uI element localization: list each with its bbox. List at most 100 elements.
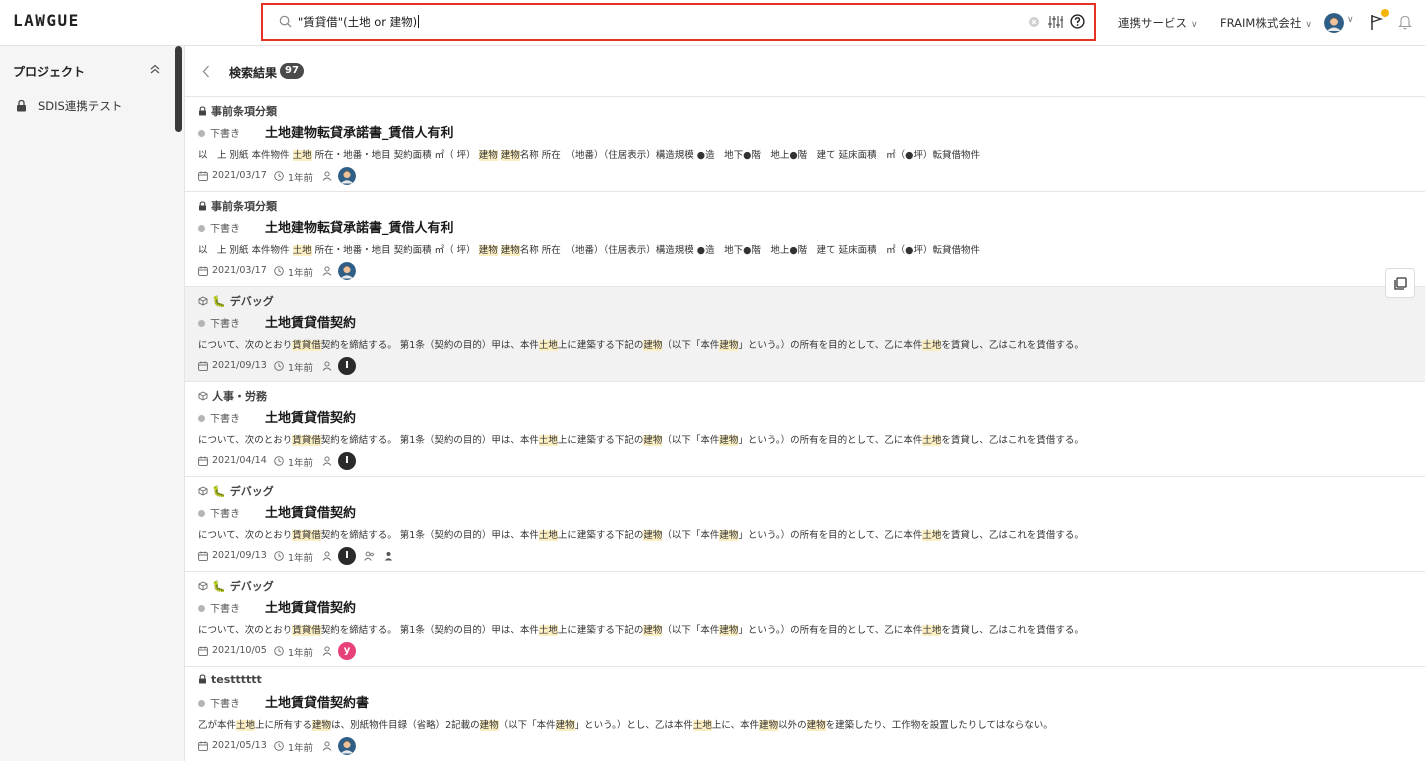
- status-dot: [198, 130, 205, 137]
- cube-icon: [198, 296, 208, 306]
- integration-services-menu[interactable]: 連携サービス ∨: [1118, 15, 1198, 31]
- result-title[interactable]: 土地賃貸借契約: [265, 407, 356, 426]
- company-menu[interactable]: FRAIM株式会社 ∨: [1220, 15, 1312, 31]
- result-relative-time: 1年前: [288, 173, 314, 184]
- search-highlight: 土地: [236, 720, 256, 731]
- bug-emoji-icon: 🐛: [212, 295, 226, 308]
- bug-emoji-icon: 🐛: [212, 580, 226, 593]
- clock-icon: [274, 171, 284, 181]
- sidebar-scrollbar[interactable]: [175, 46, 182, 132]
- cube-icon: [198, 486, 208, 496]
- result-date: 2021/10/05: [212, 645, 267, 656]
- category-label: デバッグ: [229, 295, 274, 308]
- company-label: FRAIM株式会社: [1220, 16, 1302, 30]
- clock-icon: [274, 646, 284, 656]
- bell-icon[interactable]: [1398, 14, 1412, 30]
- result-category: 🐛 デバッグ: [198, 578, 274, 594]
- snippet-text: （以下「本件: [662, 625, 720, 636]
- search-highlight: 賃貸借: [292, 340, 321, 351]
- snippet-text: 契約を締結する。 第1条（契約の目的）甲は、本件: [320, 625, 539, 636]
- app-logo[interactable]: LAWGUE: [13, 11, 80, 30]
- result-item[interactable]: 🐛 デバッグ 下書き 土地賃貸借契約 について、次のとおり賃貸借契約を締結する。 第1条…: [185, 477, 1425, 572]
- search-highlight: 建物: [806, 720, 826, 731]
- user-avatar: I: [338, 452, 356, 470]
- sidebar-item-label: SDIS連携テスト: [38, 99, 123, 113]
- cube-icon: [198, 391, 208, 401]
- status-dot: [198, 605, 205, 612]
- text-caret: [418, 15, 420, 28]
- clear-search-icon[interactable]: [1029, 17, 1039, 27]
- result-title[interactable]: 土地賃貸借契約書: [265, 692, 369, 711]
- search-highlight: 土地: [922, 340, 942, 351]
- result-title[interactable]: 土地建物転貸承諾書_賃借人有利: [265, 122, 454, 141]
- result-snippet: について、次のとおり賃貸借契約を締結する。 第1条（契約の目的）甲は、本件土地上…: [198, 337, 1084, 351]
- result-title[interactable]: 土地賃貸借契約: [265, 597, 356, 616]
- search-highlight: 土地: [538, 625, 558, 636]
- person-icon: [322, 171, 332, 181]
- user-avatar[interactable]: [1324, 13, 1344, 33]
- snippet-text: 契約を締結する。 第1条（契約の目的）甲は、本件: [320, 340, 539, 351]
- search-highlight: 土地: [922, 435, 942, 446]
- search-highlight: 土地: [538, 435, 558, 446]
- status-dot: [198, 700, 205, 707]
- search-highlight: 建物: [643, 435, 663, 446]
- result-relative-time: 1年前: [288, 458, 314, 469]
- snippet-text: 上に建築する下記の: [557, 435, 644, 446]
- collapse-up-icon[interactable]: [149, 63, 161, 75]
- status-dot: [198, 320, 205, 327]
- search-highlight: 建物: [719, 625, 739, 636]
- help-icon[interactable]: [1070, 14, 1085, 29]
- status-label: 下書き: [210, 414, 240, 425]
- snippet-text: を賃貸し、乙はこれを賃借する。: [941, 435, 1084, 446]
- result-title[interactable]: 土地賃貸借契約: [265, 312, 356, 331]
- search-highlight: 賃貸借: [292, 625, 321, 636]
- snippet-text: について、次のとおり: [198, 435, 293, 446]
- search-highlight: 建物: [719, 530, 739, 541]
- result-date: 2021/09/13: [212, 360, 267, 371]
- result-item[interactable]: 🐛 デバッグ 下書き 土地賃貸借契約 について、次のとおり賃貸借契約を締結する。 第1条…: [185, 287, 1425, 382]
- result-item[interactable]: testttttt 下書き 土地賃貸借契約書 乙が本件土地上に所有する建物は、別紙物件…: [185, 667, 1425, 761]
- user-avatar: I: [338, 357, 356, 375]
- result-item[interactable]: 人事・労務 下書き 土地賃貸借契約 について、次のとおり賃貸借契約を締結する。 第1条…: [185, 382, 1425, 477]
- status-label: 下書き: [210, 224, 240, 235]
- person-icon: [322, 551, 332, 561]
- snippet-text: は、別紙物件目録（省略）2記載の: [331, 720, 480, 731]
- result-relative-time: 1年前: [288, 648, 314, 659]
- search-bar[interactable]: "賃貸借"(土地 or 建物): [261, 3, 1096, 41]
- sidebar-title: プロジェクト: [13, 65, 86, 79]
- calendar-icon: [198, 741, 208, 751]
- person-filled-icon: [384, 552, 393, 561]
- result-date: 2021/03/17: [212, 265, 267, 276]
- search-highlight: 土地: [538, 530, 558, 541]
- status-label: 下書き: [210, 509, 240, 520]
- snippet-text: について、次のとおり: [198, 340, 293, 351]
- calendar-icon: [198, 361, 208, 371]
- chevron-down-icon[interactable]: ∨: [1347, 15, 1354, 25]
- filter-settings-icon[interactable]: [1048, 15, 1063, 29]
- search-icon: [279, 15, 292, 28]
- chevron-down-icon: ∨: [1191, 20, 1198, 30]
- status-badge: 下書き: [198, 220, 240, 235]
- search-query-text: "賃貸借"(土地 or 建物): [298, 15, 418, 29]
- snippet-text: 乙が本件: [198, 720, 237, 731]
- search-input[interactable]: "賃貸借"(土地 or 建物): [298, 14, 420, 30]
- result-title[interactable]: 土地賃貸借契約: [265, 502, 356, 521]
- cube-icon: [198, 581, 208, 591]
- copy-button[interactable]: [1385, 268, 1415, 298]
- snippet-text: について、次のとおり: [198, 625, 293, 636]
- result-item[interactable]: 事前条項分類 下書き 土地建物転貸承諾書_賃借人有利以 上 別紙 本件物件 土地 所…: [185, 192, 1425, 287]
- back-chevron-icon[interactable]: [202, 65, 210, 78]
- search-highlight: 建物: [478, 150, 498, 161]
- result-item[interactable]: 🐛 デバッグ 下書き 土地賃貸借契約 について、次のとおり賃貸借契約を締結する。 第1条…: [185, 572, 1425, 667]
- search-highlight: 建物: [478, 245, 498, 256]
- status-badge: 下書き: [198, 125, 240, 140]
- user-avatar: y: [338, 642, 356, 660]
- result-category: 🐛 デバッグ: [198, 483, 274, 499]
- user-avatar: [338, 167, 356, 185]
- result-item[interactable]: 事前条項分類 下書き 土地建物転貸承諾書_賃借人有利以 上 別紙 本件物件 土地 所…: [185, 97, 1425, 192]
- search-highlight: 建物: [500, 245, 520, 256]
- result-title[interactable]: 土地建物転貸承諾書_賃借人有利: [265, 217, 454, 236]
- search-highlight: 建物: [312, 720, 332, 731]
- clock-icon: [274, 361, 284, 371]
- copy-icon: [1394, 277, 1407, 290]
